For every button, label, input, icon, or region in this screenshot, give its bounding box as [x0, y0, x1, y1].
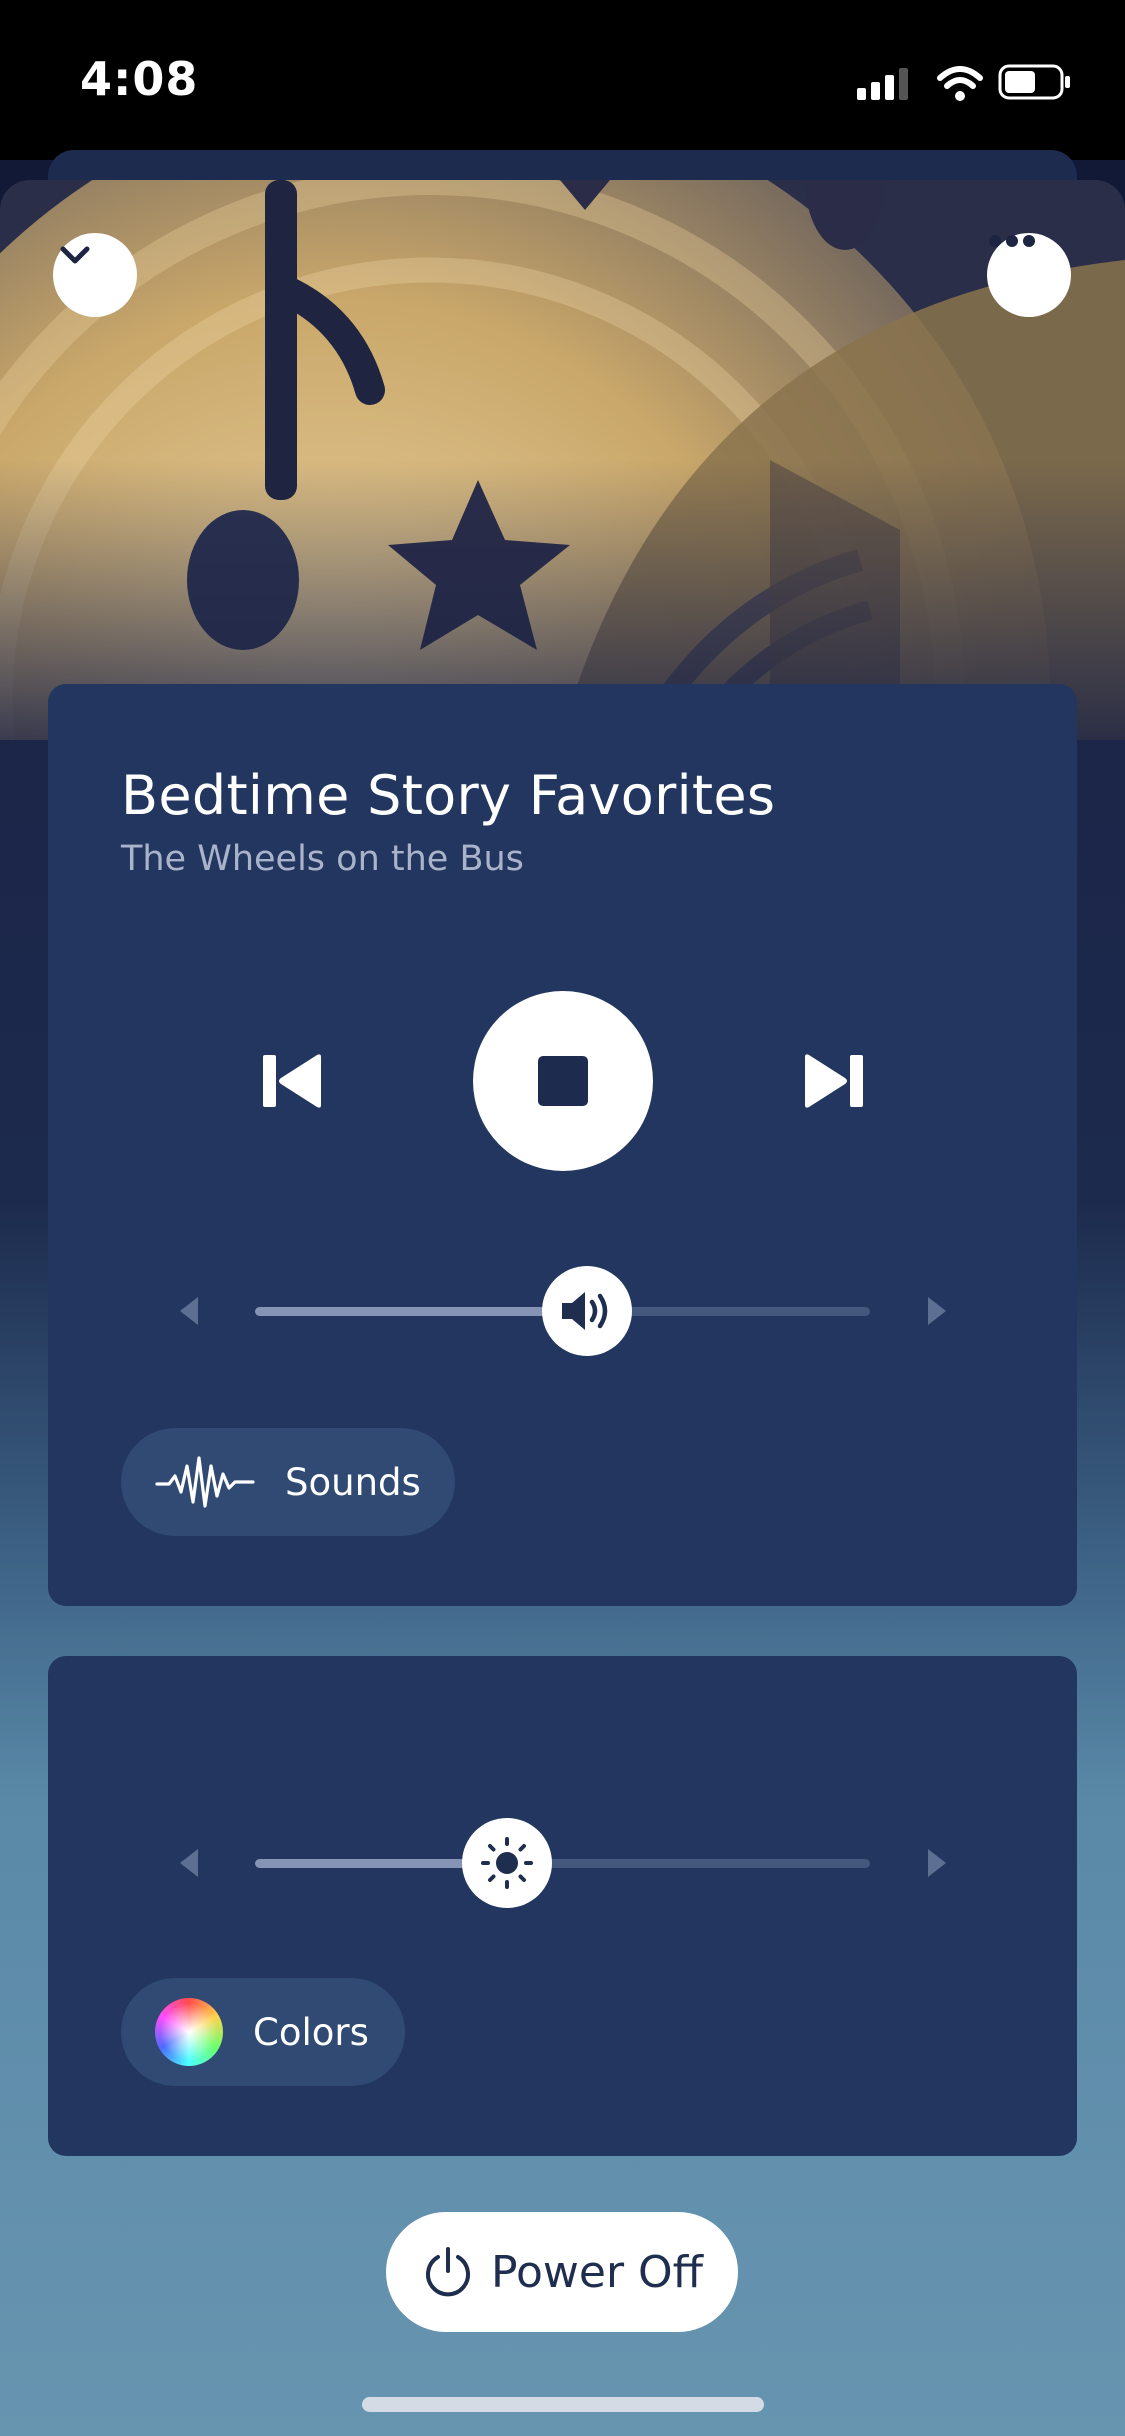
status-icons [845, 58, 1085, 108]
color-wheel-icon [155, 1998, 223, 2066]
collapse-button[interactable] [53, 233, 137, 317]
power-off-label: Power Off [491, 2246, 703, 2298]
skip-previous-icon [263, 1054, 321, 1108]
album-artwork [0, 180, 1125, 740]
brightness-track[interactable] [255, 1859, 870, 1868]
light-card: Colors [48, 1656, 1077, 2156]
next-button[interactable] [798, 1046, 868, 1116]
stop-button[interactable] [473, 991, 653, 1171]
volume-up-arrow-icon[interactable] [918, 1293, 954, 1329]
brightness-up-arrow-icon[interactable] [918, 1845, 954, 1881]
chevron-down-icon [60, 246, 90, 264]
speaker-icon [562, 1292, 608, 1330]
signal-wifi-battery-icons [857, 64, 1070, 101]
volume-fill [255, 1307, 587, 1316]
volume-slider[interactable] [48, 1266, 1077, 1356]
player-card: Bedtime Story Favorites The Wheels on th… [48, 684, 1077, 1606]
power-icon [426, 2247, 470, 2297]
sound-wave-icon [155, 1456, 255, 1508]
stop-icon [538, 1056, 588, 1106]
track-title: The Wheels on the Bus [121, 839, 524, 879]
volume-thumb[interactable] [542, 1266, 632, 1356]
brightness-slider[interactable] [48, 1818, 1077, 1908]
app-screen: 4:08 Bedtime Story Favorites The Wheels … [0, 0, 1125, 2436]
power-off-button[interactable]: Power Off [386, 2212, 738, 2332]
playlist-title: Bedtime Story Favorites [121, 764, 776, 827]
status-time: 4:08 [80, 52, 199, 106]
volume-down-arrow-icon[interactable] [172, 1293, 208, 1329]
colors-button[interactable]: Colors [121, 1978, 405, 2086]
colors-label: Colors [253, 2010, 369, 2054]
home-indicator[interactable] [362, 2397, 764, 2412]
sounds-label: Sounds [285, 1460, 421, 1504]
sounds-button[interactable]: Sounds [121, 1428, 455, 1536]
artwork-illustration [0, 180, 1125, 740]
brightness-thumb[interactable] [462, 1818, 552, 1908]
more-options-button[interactable] [987, 233, 1071, 317]
more-dots-icon [989, 235, 1035, 247]
brightness-down-arrow-icon[interactable] [172, 1845, 208, 1881]
previous-button[interactable] [258, 1046, 328, 1116]
status-bar: 4:08 [0, 0, 1125, 160]
skip-next-icon [805, 1054, 863, 1108]
sun-icon [481, 1837, 533, 1889]
